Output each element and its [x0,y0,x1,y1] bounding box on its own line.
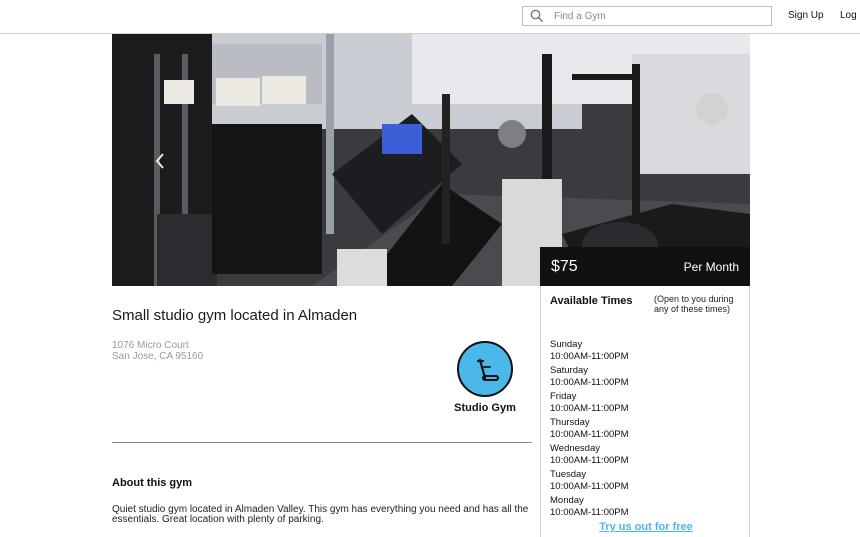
login-link[interactable]: Log In [840,10,860,21]
try-free-link[interactable]: Try us out for free [541,521,751,533]
about-heading: About this gym [112,477,193,489]
schedule-day: Sunday [550,339,583,350]
schedule-item: Wednesday 10:00AM-11:00PM [550,443,629,469]
schedule-list: Sunday 10:00AM-11:00PM Saturday 10:00AM-… [550,339,629,521]
schedule-day: Tuesday [550,469,587,480]
address-line-2: San Jose, CA 95160 [112,351,204,362]
search-input[interactable] [549,7,764,25]
price-period: Per Month [683,260,739,274]
listing-title: Small studio gym located in Almaden [112,307,358,324]
schedule-day: Friday [550,391,577,402]
schedule-hours: 10:00AM-11:00PM [550,403,629,414]
about-text: Quiet studio gym located in Almaden Vall… [112,504,529,525]
schedule-hours: 10:00AM-11:00PM [550,455,629,466]
availability-note: (Open to you during any of these times) [654,294,734,314]
schedule-hours: 10:00AM-11:00PM [550,507,629,518]
schedule-hours: 10:00AM-11:00PM [550,351,629,362]
schedule-item: Friday 10:00AM-11:00PM [550,391,629,417]
treadmill-icon [476,358,499,381]
search-box[interactable] [522,6,772,26]
availability-heading: Available Times [550,295,633,307]
top-header: Sign Up Log In [0,0,860,34]
gym-type-label: Studio Gym [454,402,516,414]
listing-address: 1076 Micro Court San Jose, CA 95160 [112,340,203,362]
schedule-item: Sunday 10:00AM-11:00PM [550,339,629,365]
schedule-hours: 10:00AM-11:00PM [550,377,629,388]
signup-link[interactable]: Sign Up [788,10,824,21]
schedule-hours: 10:00AM-11:00PM [550,481,629,492]
schedule-day: Wednesday [550,443,600,454]
price-banner: $75 Per Month [540,247,750,286]
address-line-1: 1076 Micro Court [112,340,189,351]
price-amount: $75 [551,258,578,275]
schedule-day: Monday [550,495,584,506]
availability-panel: Available Times (Open to you during any … [540,286,750,537]
schedule-item: Monday 10:00AM-11:00PM [550,495,629,521]
section-divider [112,442,532,443]
schedule-item: Saturday 10:00AM-11:00PM [550,365,629,391]
schedule-hours: 10:00AM-11:00PM [550,429,629,440]
schedule-day: Saturday [550,365,589,376]
schedule-item: Tuesday 10:00AM-11:00PM [550,469,629,495]
schedule-item: Thursday 10:00AM-11:00PM [550,417,629,443]
schedule-day: Thursday [550,417,590,428]
search-icon [523,7,549,25]
gym-type-badge [457,341,513,397]
carousel-prev-icon[interactable] [154,152,166,170]
